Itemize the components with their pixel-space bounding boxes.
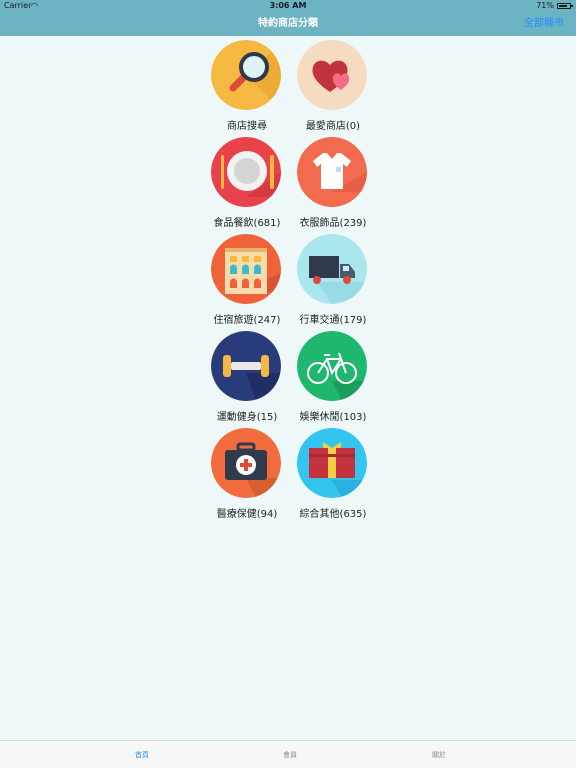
category-shop-search[interactable]: 商店搜尋: [204, 38, 290, 135]
category-label: 行車交通(179): [299, 315, 367, 326]
category-favorites[interactable]: 最愛商店(0): [290, 38, 376, 135]
category-lodging[interactable]: 住宿旅遊(247): [204, 232, 290, 329]
plate-cutlery-icon: [211, 137, 281, 207]
category-other[interactable]: 綜合其他(635): [290, 426, 376, 523]
dumbbell-icon: [211, 331, 281, 401]
truck-icon: [297, 234, 367, 304]
medical-kit-icon: [211, 428, 281, 498]
category-sports[interactable]: 運動健身(15): [204, 329, 290, 426]
page-title: 特約商店分類: [258, 18, 318, 29]
category-medical[interactable]: 醫療保健(94): [204, 426, 290, 523]
category-label: 娛樂休閒(103): [299, 412, 367, 423]
tab-member[interactable]: 會員: [240, 741, 340, 768]
category-label: 綜合其他(635): [299, 509, 367, 520]
shirt-icon: [297, 137, 367, 207]
bicycle-icon: [297, 331, 367, 401]
battery-icon: [557, 3, 573, 9]
category-label: 最愛商店(0): [305, 121, 361, 132]
category-label: 衣服飾品(239): [299, 218, 367, 229]
gift-icon: [297, 428, 367, 498]
category-transport[interactable]: 行車交通(179): [290, 232, 376, 329]
status-bar: Carrier ◠ 3:06 AM 71%: [0, 0, 576, 12]
tab-home[interactable]: 首頁: [92, 741, 192, 768]
building-icon: [211, 234, 281, 304]
tab-bar: 首頁 會員 關於: [0, 740, 576, 768]
category-leisure[interactable]: 娛樂休閒(103): [290, 329, 376, 426]
magnifier-icon: [211, 40, 281, 110]
clock: 3:06 AM: [269, 1, 307, 10]
category-clothing[interactable]: 衣服飾品(239): [290, 135, 376, 232]
hearts-icon: [297, 40, 367, 110]
navigation-bar: 特約商店分類 全部縣市: [0, 12, 576, 36]
battery-percent: 71%: [536, 1, 554, 10]
category-food[interactable]: 食品餐飲(681): [204, 135, 290, 232]
all-counties-button[interactable]: 全部縣市: [524, 12, 564, 36]
tab-about[interactable]: 關於: [389, 741, 489, 768]
